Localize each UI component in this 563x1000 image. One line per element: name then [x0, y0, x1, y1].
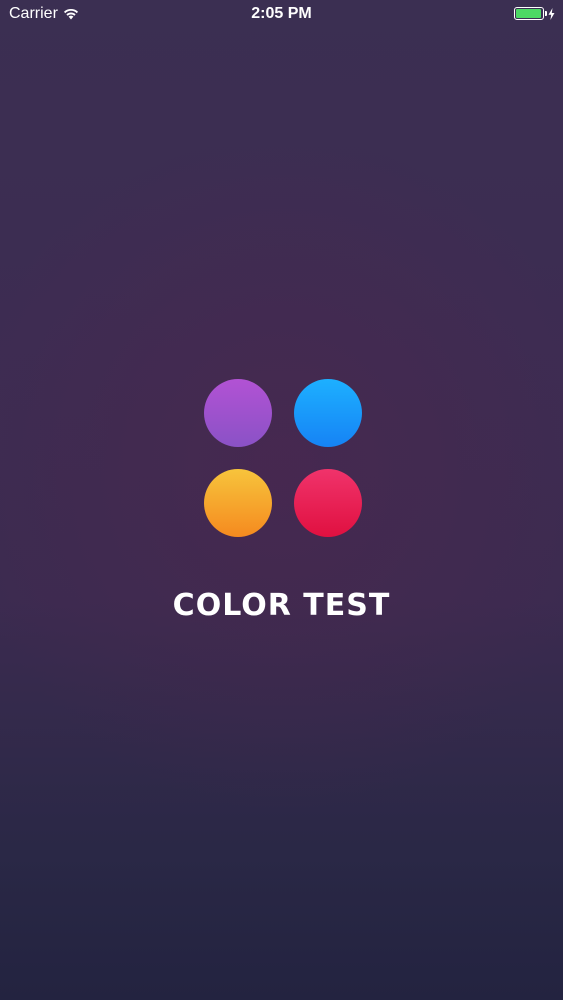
battery-group: [514, 7, 555, 20]
splash-screen: Carrier 2:05 PM COLOR TEST: [0, 0, 563, 1000]
status-time: 2:05 PM: [251, 5, 312, 22]
blue-dot: [294, 379, 362, 447]
app-logo: [204, 379, 362, 537]
purple-dot: [204, 379, 272, 447]
red-dot: [294, 469, 362, 537]
status-bar: Carrier 2:05 PM: [0, 0, 563, 30]
battery-level-fill: [516, 9, 541, 18]
battery-icon: [514, 7, 547, 20]
app-title: COLOR TEST: [172, 588, 391, 623]
orange-dot: [204, 469, 272, 537]
bolt-icon: [548, 7, 555, 20]
